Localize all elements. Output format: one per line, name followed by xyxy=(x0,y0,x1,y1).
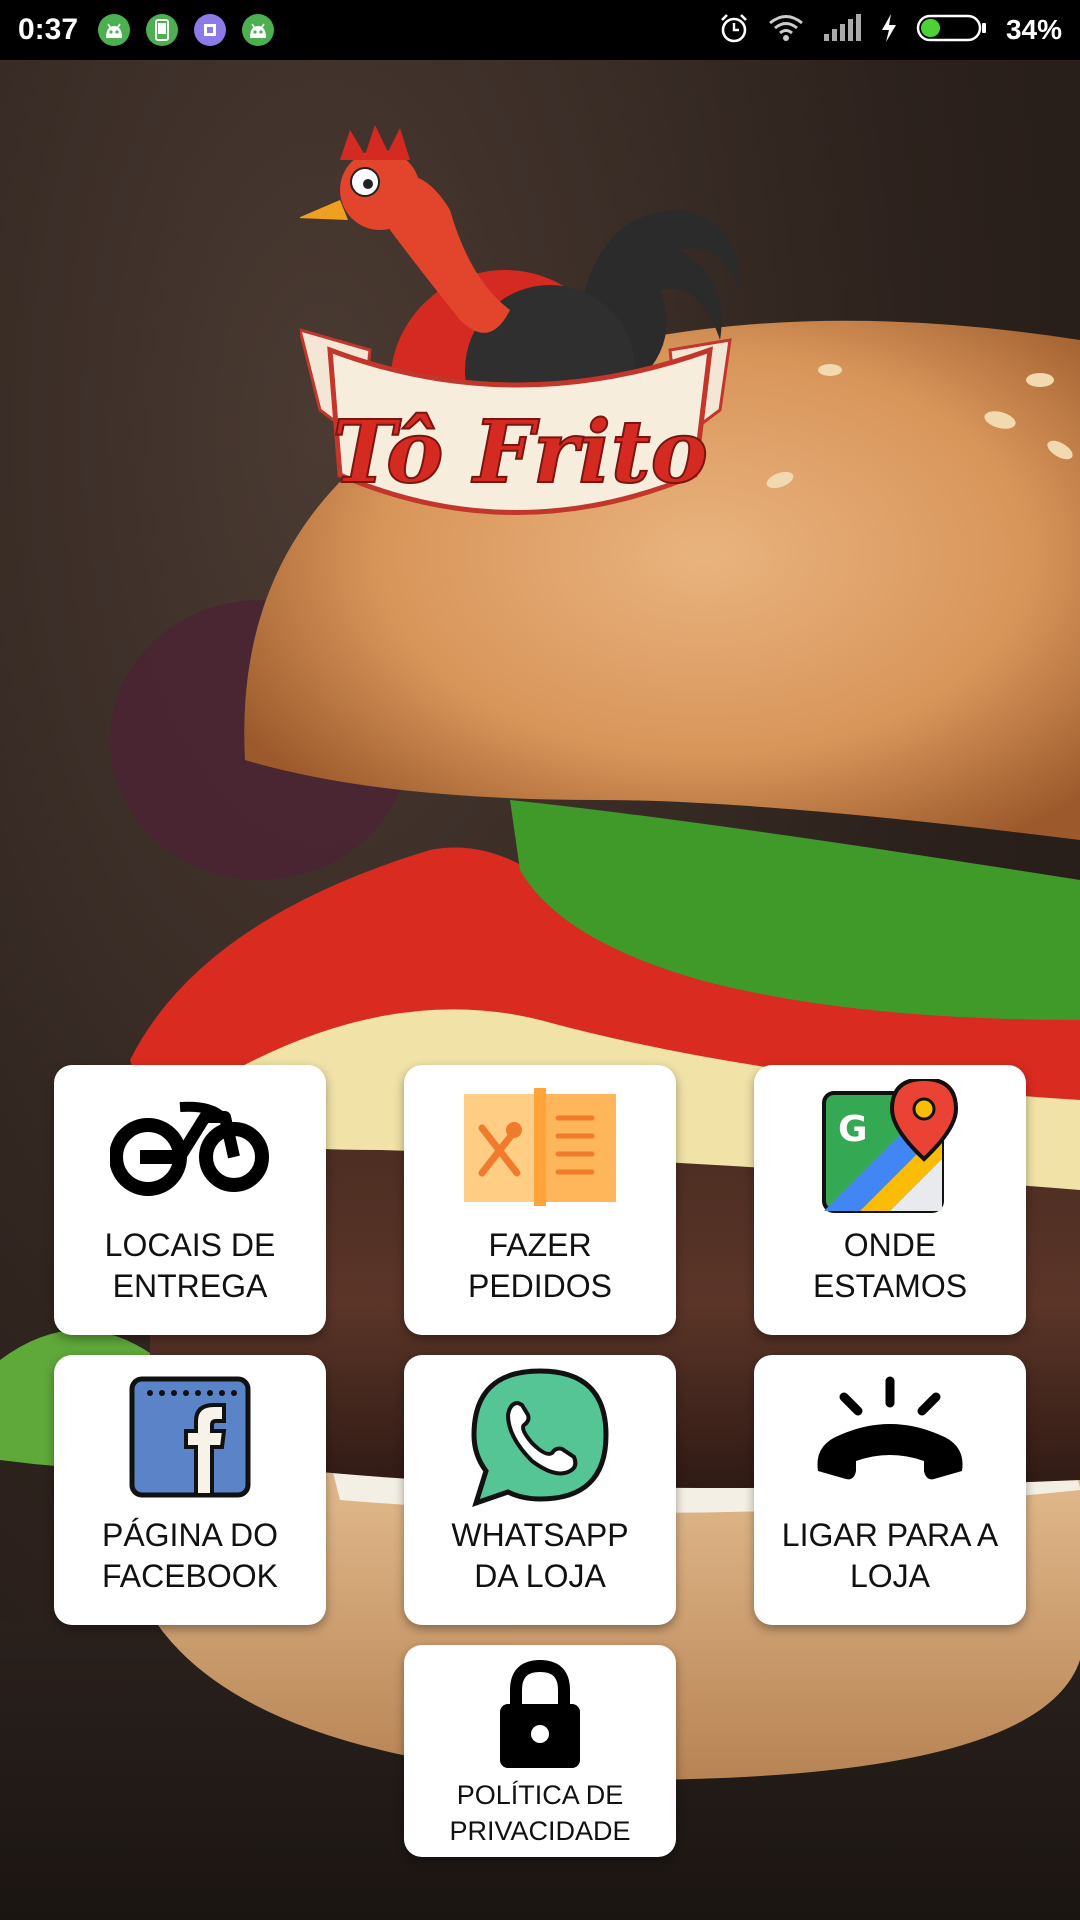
whatsapp-icon xyxy=(455,1367,625,1507)
phone-icon xyxy=(146,14,179,46)
delivery-areas-button[interactable]: LOCAIS DE ENTREGA xyxy=(54,1065,326,1335)
facebook-icon xyxy=(105,1367,275,1507)
signal-icon xyxy=(822,13,862,47)
place-order-button[interactable]: FAZER PEDIDOS xyxy=(404,1065,676,1335)
app-icon xyxy=(194,14,227,46)
brand-logo: Tô Frito xyxy=(297,120,750,550)
tile-label: POLÍTICA DE PRIVACIDADE xyxy=(449,1780,631,1846)
android-icon xyxy=(242,14,275,46)
lock-icon xyxy=(455,1655,625,1775)
battery-percent: 34% xyxy=(1005,14,1062,45)
tile-label: WHATSAPP DA LOJA xyxy=(451,1517,629,1594)
tile-label: PÁGINA DO FACEBOOK xyxy=(101,1517,279,1594)
tile-label: LOCAIS DE ENTREGA xyxy=(104,1227,276,1304)
facebook-page-button[interactable]: PÁGINA DO FACEBOOK xyxy=(54,1355,326,1625)
tile-label: FAZER PEDIDOS xyxy=(467,1227,613,1304)
charging-icon xyxy=(880,13,898,48)
android-icon xyxy=(98,14,131,46)
motorcycle-icon xyxy=(105,1077,275,1217)
battery-icon xyxy=(916,13,988,48)
location-button[interactable]: G ONDE ESTAMOS xyxy=(754,1065,1026,1335)
status-bar: 0:37 34% xyxy=(0,0,1080,60)
tile-label: ONDE ESTAMOS xyxy=(812,1227,968,1304)
logo-brand-text: Tô Frito xyxy=(332,402,708,503)
tile-label: LIGAR PARA A LOJA xyxy=(781,1517,999,1594)
google-maps-icon: G xyxy=(805,1077,975,1217)
phone-call-icon xyxy=(805,1367,975,1507)
wifi-icon xyxy=(768,14,804,47)
alarm-icon xyxy=(718,12,750,49)
status-time: 0:37 xyxy=(18,13,79,46)
privacy-policy-button[interactable]: POLÍTICA DE PRIVACIDADE xyxy=(404,1645,676,1857)
menu-book-icon xyxy=(455,1077,625,1217)
call-store-button[interactable]: LIGAR PARA A LOJA xyxy=(754,1355,1026,1625)
whatsapp-button[interactable]: WHATSAPP DA LOJA xyxy=(404,1355,676,1625)
svg-text:G: G xyxy=(838,1109,868,1150)
